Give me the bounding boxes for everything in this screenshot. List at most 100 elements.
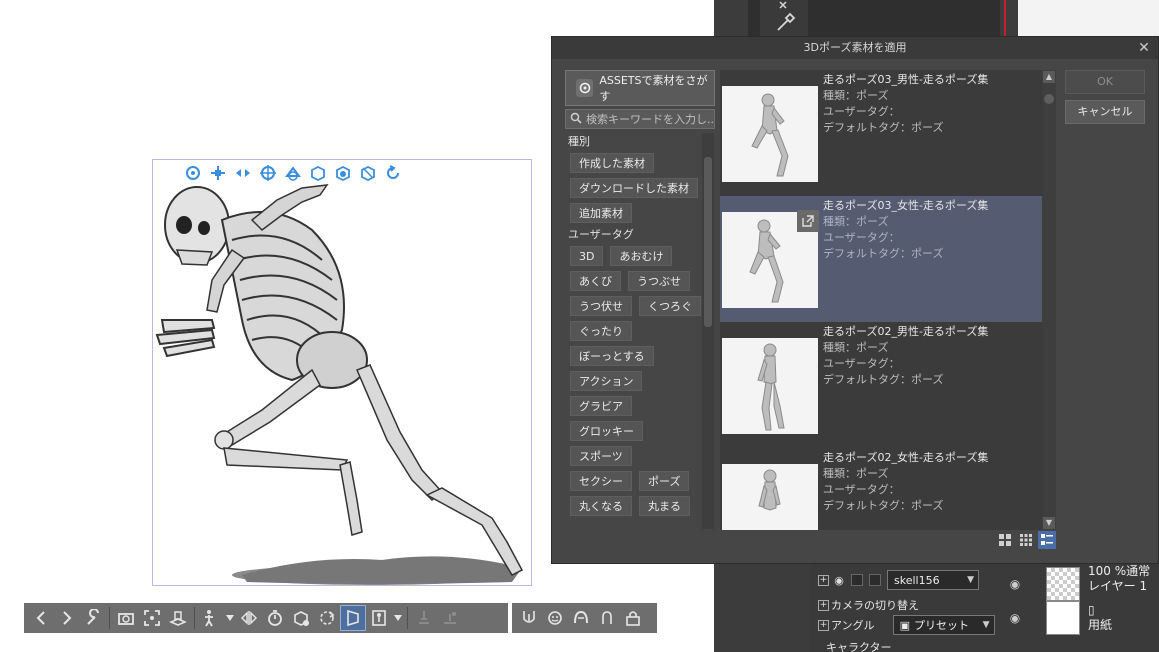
scroll-up-icon[interactable]: ▲: [1043, 71, 1055, 83]
open-external-icon[interactable]: [797, 210, 819, 232]
keyword-search-input[interactable]: 検索キーワードを入力し...: [565, 109, 715, 129]
user-tag[interactable]: あくび: [570, 271, 621, 291]
material-meta: 走るポーズ03_女性-走るポーズ集 種類：ポーズ ユーザータグ： デフォルトタグ…: [823, 198, 988, 262]
material-meta: 走るポーズ02_女性-走るポーズ集 種類：ポーズ ユーザータグ： デフォルトタグ…: [823, 450, 988, 514]
user-tag[interactable]: ポーズ: [639, 471, 690, 491]
material-name: 走るポーズ03_男性-走るポーズ集: [823, 73, 989, 86]
expand-icon[interactable]: +: [818, 619, 829, 631]
reset-pose-icon[interactable]: [314, 605, 340, 631]
next-icon[interactable]: [54, 605, 80, 631]
user-tag[interactable]: 3D: [570, 246, 604, 266]
skeleton-3d-model[interactable]: [152, 180, 532, 586]
rotate-object-icon[interactable]: [282, 163, 303, 184]
head-icon[interactable]: [594, 605, 620, 631]
hair-icon[interactable]: [568, 605, 594, 631]
filter-scrollbar[interactable]: [702, 133, 714, 529]
layer-thumbnail: [1046, 601, 1080, 635]
small-grid-icon[interactable]: [1017, 531, 1035, 549]
user-tag[interactable]: 丸まる: [639, 496, 690, 516]
3d-object-toolbar: [24, 603, 508, 633]
user-tag[interactable]: アクション: [570, 371, 643, 391]
user-tag[interactable]: ぐったり: [570, 321, 632, 341]
tag-added[interactable]: 追加素材: [570, 203, 632, 223]
material-list: 走るポーズ03_男性-走るポーズ集 種類：ポーズ ユーザータグ： デフォルトタグ…: [720, 70, 1042, 530]
lock-icon[interactable]: [620, 605, 646, 631]
rotate-x-icon[interactable]: [307, 163, 328, 184]
dropdown-arrow-icon[interactable]: [392, 605, 404, 631]
move-object-icon[interactable]: [257, 163, 278, 184]
user-tag[interactable]: うつ伏せ: [570, 296, 632, 316]
user-tag[interactable]: あおむけ: [610, 246, 673, 266]
expand-icon[interactable]: +: [818, 599, 829, 611]
rotate-y-icon[interactable]: [332, 163, 353, 184]
flip-icon[interactable]: [236, 605, 262, 631]
assets-search-button[interactable]: ASSETSで素材をさがす: [565, 70, 715, 106]
close-icon[interactable]: ✕: [1134, 38, 1154, 58]
perspective-icon[interactable]: [340, 605, 366, 631]
user-tag[interactable]: グラビア: [570, 396, 632, 416]
camera-zoom-icon[interactable]: [232, 163, 253, 184]
timer-icon[interactable]: [262, 605, 288, 631]
user-tag[interactable]: セクシー: [570, 471, 632, 491]
tool-slot[interactable]: [760, 0, 808, 40]
scroll-down-icon[interactable]: ▼: [1043, 517, 1055, 529]
eye-icon[interactable]: ◉: [1000, 611, 1030, 625]
prev-icon[interactable]: [28, 605, 54, 631]
material-meta: 走るポーズ02_男性-走るポーズ集 種類：ポーズ ユーザータグ： デフォルトタグ…: [823, 324, 988, 388]
material-default-tag: デフォルトタグ：ポーズ: [823, 373, 944, 386]
user-tag[interactable]: 丸くなる: [570, 496, 632, 516]
register-pose-icon[interactable]: [288, 605, 314, 631]
eye-icon[interactable]: ◉: [831, 574, 847, 587]
figure-icon[interactable]: [366, 605, 392, 631]
eye-icon[interactable]: ◉: [1000, 577, 1030, 591]
material-item[interactable]: 走るポーズ02_女性-走るポーズ集 種類：ポーズ ユーザータグ： デフォルトタグ…: [720, 448, 1042, 530]
material-item-selected[interactable]: 走るポーズ03_女性-走るポーズ集 種類：ポーズ ユーザータグ： デフォルトタグ…: [720, 196, 1042, 322]
material-name: 走るポーズ03_女性-走るポーズ集: [823, 199, 989, 212]
tag-downloaded[interactable]: ダウンロードした素材: [570, 178, 698, 198]
user-tag[interactable]: グロッキー: [570, 421, 643, 441]
face-icon[interactable]: [542, 605, 568, 631]
expand-icon[interactable]: +: [818, 574, 829, 586]
character-label: キャラクター: [826, 641, 892, 652]
tag-created[interactable]: 作成した素材: [570, 153, 654, 173]
user-tag[interactable]: うつぶせ: [628, 271, 690, 291]
material-user-tag: ユーザータグ：: [823, 483, 900, 496]
user-tag[interactable]: スポーツ: [570, 446, 632, 466]
angle-preset-select[interactable]: ▣ プリセット ▼: [892, 615, 995, 635]
ground-icon[interactable]: [165, 605, 191, 631]
scroll-thumb[interactable]: [1044, 94, 1054, 104]
reset-rotation-icon[interactable]: [382, 163, 403, 184]
list-scrollbar[interactable]: ▲ ▼: [1042, 70, 1056, 530]
layer-name: レイヤー 1: [1088, 579, 1148, 593]
body-shape-icon[interactable]: [516, 605, 542, 631]
camera-icon[interactable]: [113, 605, 139, 631]
material-item[interactable]: 走るポーズ03_男性-走るポーズ集 種類：ポーズ ユーザータグ： デフォルトタグ…: [720, 70, 1042, 196]
material-meta: 走るポーズ03_男性-走るポーズ集 種類：ポーズ ユーザータグ： デフォルトタグ…: [823, 72, 988, 136]
cancel-button[interactable]: キャンセル: [1065, 100, 1145, 124]
large-grid-icon[interactable]: [996, 531, 1014, 549]
object-select[interactable]: skell156 ▼: [887, 570, 979, 590]
user-tag[interactable]: くつろぐ: [639, 296, 701, 316]
layer-row[interactable]: ◉ ▯ 用紙: [1000, 598, 1159, 638]
camera-rotate-icon[interactable]: [182, 163, 203, 184]
checkbox[interactable]: [869, 574, 881, 586]
pose-person-icon[interactable]: [198, 605, 224, 631]
scroll-thumb[interactable]: [704, 157, 712, 327]
checkbox[interactable]: [851, 574, 863, 586]
camera-switch-row[interactable]: + カメラの切り替え: [810, 594, 1010, 616]
user-tag[interactable]: ぼーっとする: [570, 346, 654, 366]
character-row[interactable]: キャラクター: [810, 636, 1010, 652]
ok-button[interactable]: OK: [1065, 70, 1145, 94]
material-item[interactable]: 走るポーズ02_男性-走るポーズ集 種類：ポーズ ユーザータグ： デフォルトタグ…: [720, 322, 1042, 448]
eyedropper-icon[interactable]: [760, 0, 808, 40]
camera-pan-icon[interactable]: [207, 163, 228, 184]
wrench-icon[interactable]: [80, 605, 106, 631]
pose-thumbnail: [722, 338, 818, 434]
light-off-icon: [411, 605, 437, 631]
light-add-icon: [437, 605, 463, 631]
rotate-z-icon[interactable]: [357, 163, 378, 184]
fit-view-icon[interactable]: [139, 605, 165, 631]
detail-list-icon[interactable]: [1038, 531, 1056, 549]
dropdown-arrow-icon[interactable]: [224, 605, 236, 631]
material-default-tag: デフォルトタグ：ポーズ: [823, 247, 944, 260]
